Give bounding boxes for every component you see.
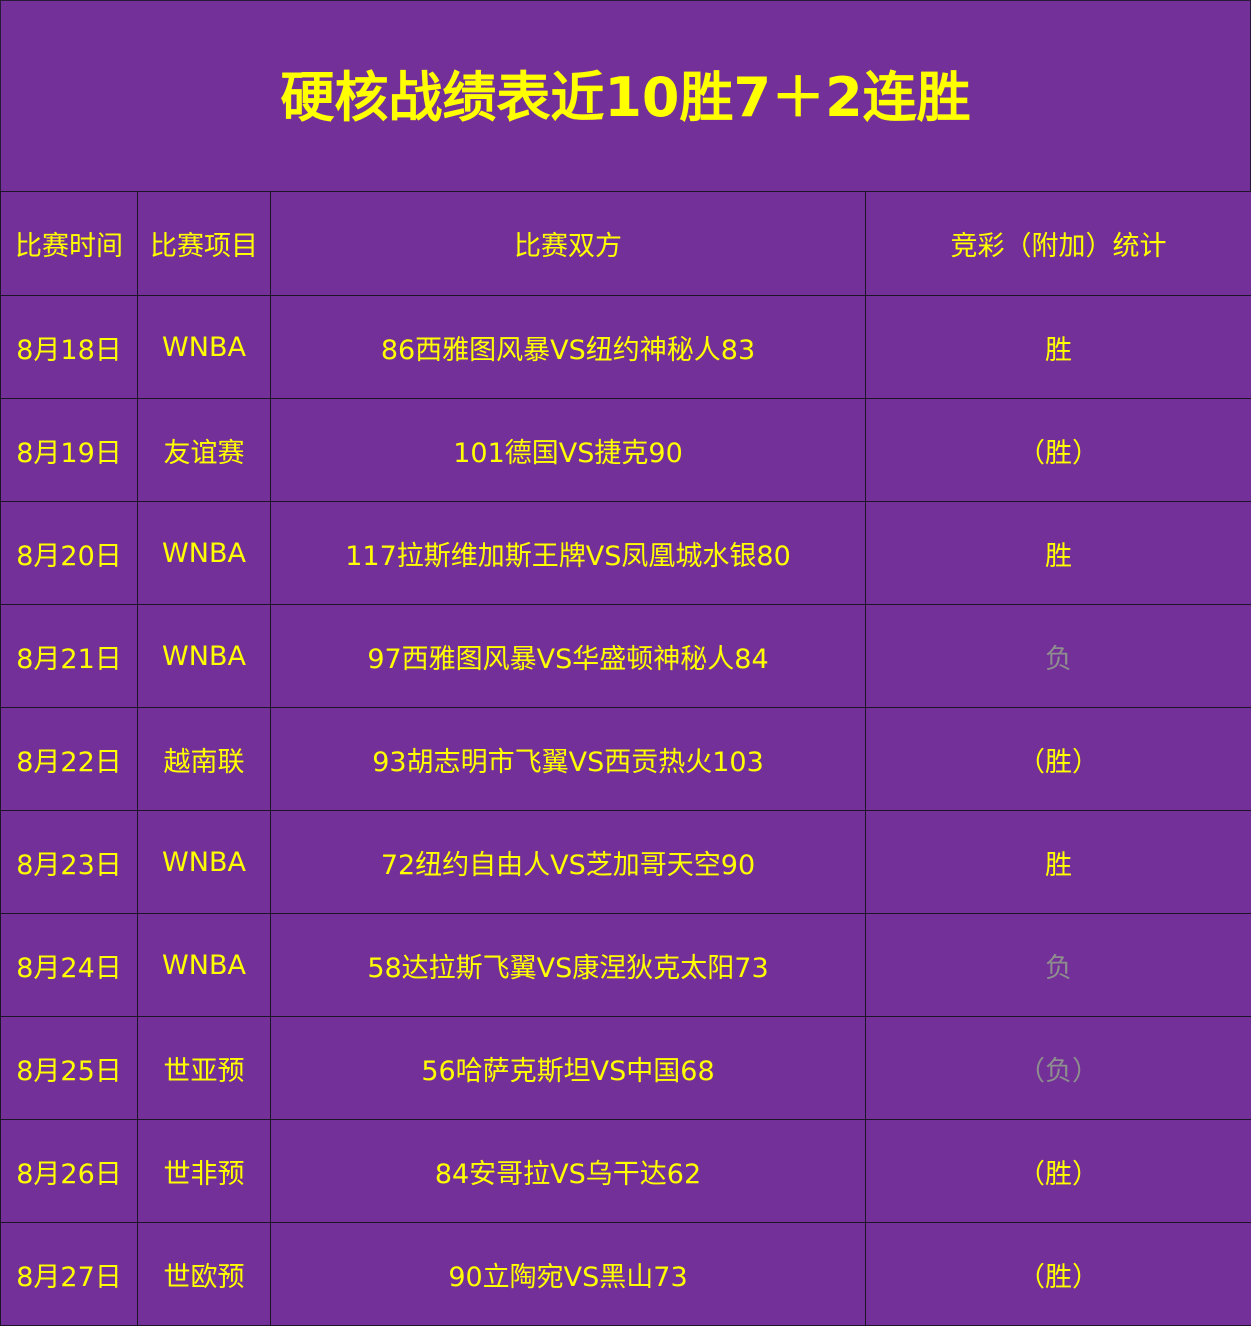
result-cell: 负: [866, 605, 1251, 708]
result-cell: 胜: [866, 811, 1251, 914]
date-cell: 8月27日: [1, 1223, 138, 1326]
match-cell: 90立陶宛VS黑山73: [271, 1223, 866, 1326]
table-row: 8月24日WNBA58达拉斯飞翼VS康涅狄克太阳73负: [1, 914, 1251, 1017]
event-cell: WNBA: [138, 502, 271, 605]
event-cell: WNBA: [138, 914, 271, 1017]
match-cell: 72纽约自由人VS芝加哥天空90: [271, 811, 866, 914]
event-cell: 世非预: [138, 1120, 271, 1223]
match-cell: 86西雅图风暴VS纽约神秘人83: [271, 296, 866, 399]
table-row: 8月23日WNBA72纽约自由人VS芝加哥天空90胜: [1, 811, 1251, 914]
result-cell: （胜）: [866, 708, 1251, 811]
header-match: 比赛双方: [271, 192, 866, 296]
table-row: 8月19日友谊赛101德国VS捷克90（胜）: [1, 399, 1251, 502]
results-table: 比赛时间 比赛项目 比赛双方 竞彩（附加）统计 8月18日WNBA86西雅图风暴…: [0, 191, 1251, 1326]
event-cell: 世欧预: [138, 1223, 271, 1326]
result-cell: 负: [866, 914, 1251, 1017]
title-bar: 硬核战绩表近10胜7＋2连胜: [0, 0, 1251, 191]
header-date: 比赛时间: [1, 192, 138, 296]
table-row: 8月18日WNBA86西雅图风暴VS纽约神秘人83胜: [1, 296, 1251, 399]
match-cell: 97西雅图风暴VS华盛顿神秘人84: [271, 605, 866, 708]
event-cell: WNBA: [138, 605, 271, 708]
result-cell: 胜: [866, 296, 1251, 399]
match-cell: 84安哥拉VS乌干达62: [271, 1120, 866, 1223]
date-cell: 8月19日: [1, 399, 138, 502]
result-cell: （胜）: [866, 399, 1251, 502]
table-row: 8月21日WNBA97西雅图风暴VS华盛顿神秘人84负: [1, 605, 1251, 708]
match-cell: 101德国VS捷克90: [271, 399, 866, 502]
date-cell: 8月22日: [1, 708, 138, 811]
date-cell: 8月26日: [1, 1120, 138, 1223]
result-cell: （胜）: [866, 1120, 1251, 1223]
header-event: 比赛项目: [138, 192, 271, 296]
page-title: 硬核战绩表近10胜7＋2连胜: [280, 53, 970, 132]
table-row: 8月22日越南联93胡志明市飞翼VS西贡热火103（胜）: [1, 708, 1251, 811]
match-cell: 56哈萨克斯坦VS中国68: [271, 1017, 866, 1120]
match-cell: 93胡志明市飞翼VS西贡热火103: [271, 708, 866, 811]
event-cell: 世亚预: [138, 1017, 271, 1120]
result-cell: （胜）: [866, 1223, 1251, 1326]
table-row: 8月26日世非预84安哥拉VS乌干达62（胜）: [1, 1120, 1251, 1223]
event-cell: 友谊赛: [138, 399, 271, 502]
event-cell: 越南联: [138, 708, 271, 811]
match-cell: 58达拉斯飞翼VS康涅狄克太阳73: [271, 914, 866, 1017]
header-row: 比赛时间 比赛项目 比赛双方 竞彩（附加）统计: [1, 192, 1251, 296]
table-row: 8月20日WNBA117拉斯维加斯王牌VS凤凰城水银80胜: [1, 502, 1251, 605]
result-cell: （负）: [866, 1017, 1251, 1120]
date-cell: 8月23日: [1, 811, 138, 914]
header-result: 竞彩（附加）统计: [866, 192, 1251, 296]
result-cell: 胜: [866, 502, 1251, 605]
table-row: 8月27日世欧预90立陶宛VS黑山73（胜）: [1, 1223, 1251, 1326]
date-cell: 8月24日: [1, 914, 138, 1017]
table-row: 8月25日世亚预56哈萨克斯坦VS中国68（负）: [1, 1017, 1251, 1120]
date-cell: 8月20日: [1, 502, 138, 605]
date-cell: 8月18日: [1, 296, 138, 399]
event-cell: WNBA: [138, 811, 271, 914]
date-cell: 8月25日: [1, 1017, 138, 1120]
results-sheet: 硬核战绩表近10胜7＋2连胜 比赛时间 比赛项目 比赛双方 竞彩（附加）统计 8…: [0, 0, 1251, 1318]
match-cell: 117拉斯维加斯王牌VS凤凰城水银80: [271, 502, 866, 605]
date-cell: 8月21日: [1, 605, 138, 708]
event-cell: WNBA: [138, 296, 271, 399]
